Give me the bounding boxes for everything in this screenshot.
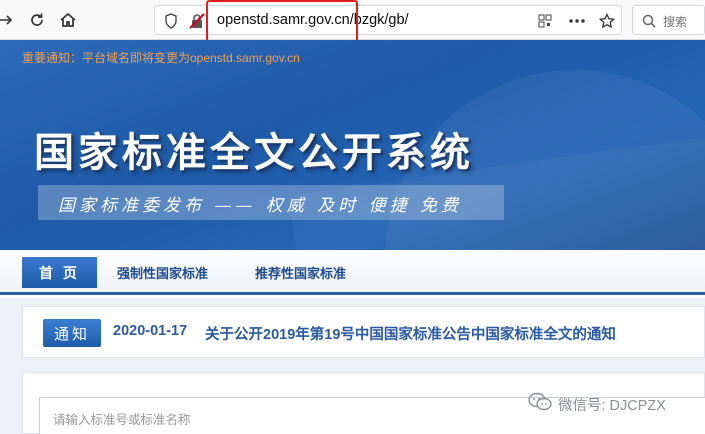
shield-icon[interactable] <box>159 9 183 33</box>
notice-tag: 通知 <box>43 319 101 347</box>
notice-link[interactable]: 关于公开2019年第19号中国国家标准公告中国家标准全文的通知 <box>205 323 616 344</box>
search-input-placeholder: 请输入标准号或标准名称 <box>53 413 191 427</box>
bookmark-star-icon[interactable] <box>595 9 619 33</box>
site-banner: 重要通知：平台域名即将变更为openstd.samr.gov.cn 国家标准全文… <box>0 40 705 250</box>
qr-code-icon[interactable] <box>533 9 557 33</box>
browser-toolbar: openstd.samr.gov.cn/bzgk/gb/ 搜索 <box>0 0 705 46</box>
nav-recommended-standards[interactable]: 推荐性国家标准 <box>255 263 346 282</box>
browser-window: openstd.samr.gov.cn/bzgk/gb/ 搜索 重要通知：平台域… <box>0 0 705 434</box>
browser-search-box[interactable]: 搜索 <box>632 5 705 35</box>
home-icon[interactable] <box>56 8 80 32</box>
slogan-bar: 国家标准委发布 —— 权威 及时 便捷 免费 <box>38 185 504 220</box>
slogan-text: 国家标准委发布 —— 权威 及时 便捷 免费 <box>58 196 463 216</box>
notice-card: 通知 2020-01-17 关于公开2019年第19号中国国家标准公告中国家标准… <box>22 306 705 358</box>
forward-icon[interactable] <box>0 8 18 32</box>
notice-date[interactable]: 2020-01-17 <box>113 323 187 339</box>
nav-mandatory-standards[interactable]: 强制性国家标准 <box>117 263 208 282</box>
top-notice[interactable]: 重要通知：平台域名即将变更为openstd.samr.gov.cn <box>22 49 300 66</box>
site-title: 国家标准全文公开系统 <box>34 129 474 176</box>
reload-icon[interactable] <box>25 8 49 32</box>
main-nav: 首 页 强制性国家标准 推荐性国家标准 <box>0 250 705 295</box>
watermark: 微信号: DJCPZX <box>528 392 666 416</box>
nav-home[interactable]: 首 页 <box>22 257 97 288</box>
wechat-icon <box>528 392 552 416</box>
more-actions-icon[interactable] <box>565 9 589 33</box>
watermark-text: 微信号: DJCPZX <box>558 397 666 414</box>
search-placeholder: 搜索 <box>663 15 688 29</box>
search-icon <box>637 9 661 33</box>
